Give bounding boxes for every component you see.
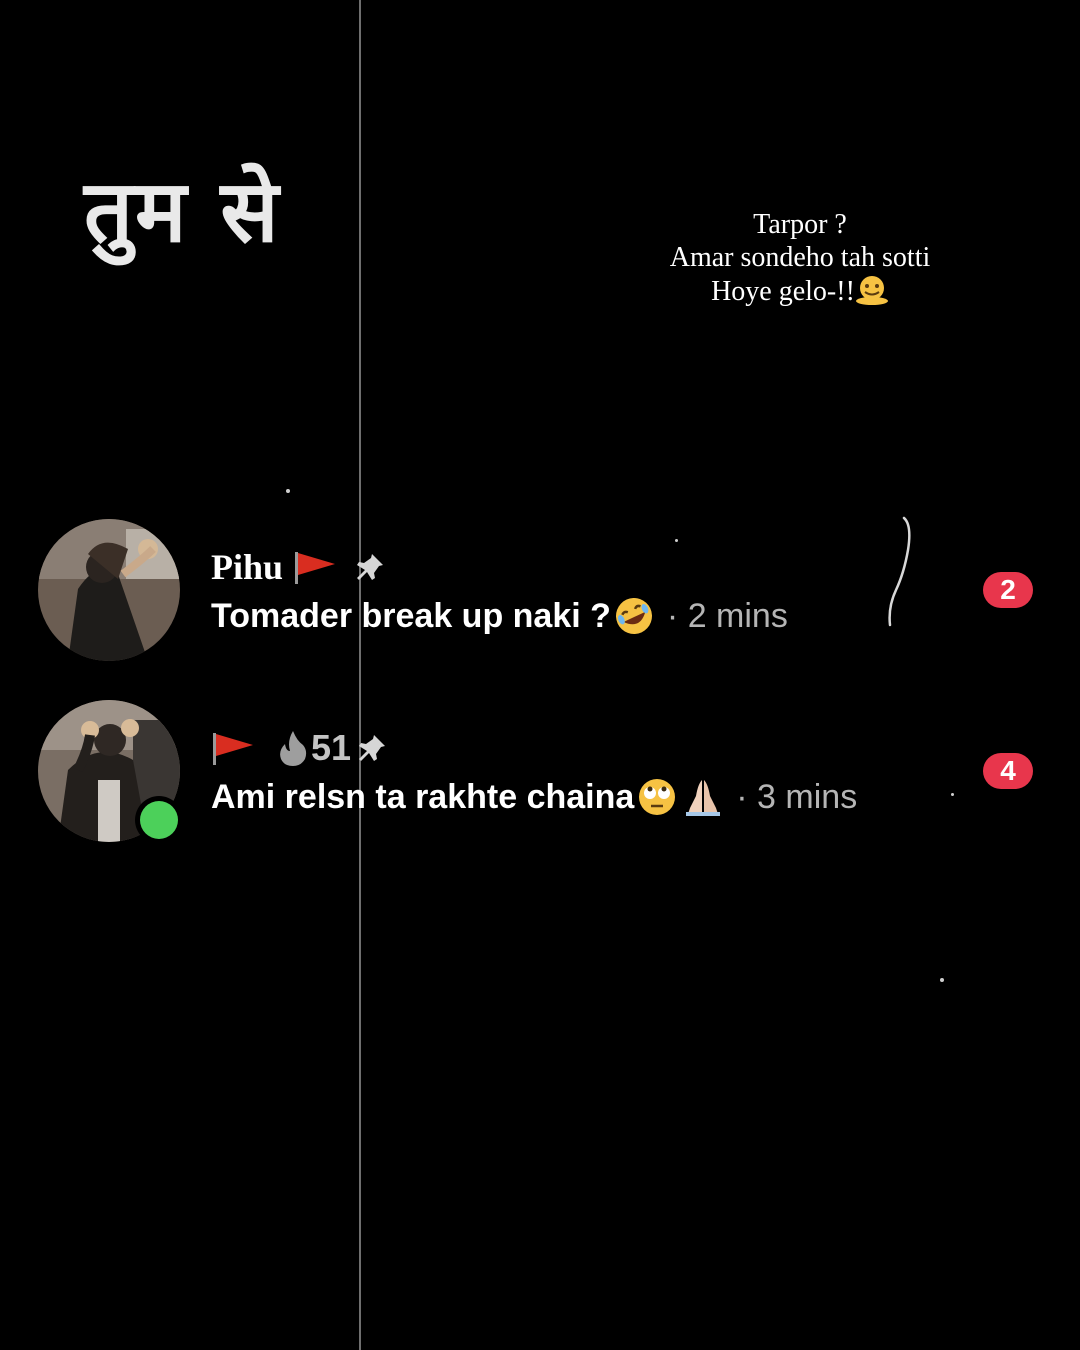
pin-icon [359, 735, 386, 761]
red-flag-icon [213, 733, 253, 765]
last-message: Ami relsn ta rakhte chaina [211, 777, 635, 816]
folded-hands-emoji-icon [686, 780, 721, 816]
streak-count: 51 [311, 727, 352, 768]
chat-preview: Tomader break up naki ? · 2 mins [211, 591, 788, 641]
unread-badge: 4 [983, 753, 1033, 789]
dust-speck [940, 978, 944, 982]
chat-header: 51 [211, 724, 387, 772]
hindi-overlay-text: तुम से [84, 162, 281, 262]
pin-icon [357, 554, 384, 580]
caption-line-3: Hoye gelo-!! [600, 274, 1000, 308]
dust-speck [286, 489, 290, 493]
chat-row-2[interactable]: 51 Ami relsn ta rakhte chaina · 3 mins 4 [0, 700, 1080, 850]
chat-preview: Ami relsn ta rakhte chaina · 3 mins [211, 772, 857, 822]
chat-header: Pihu [211, 543, 385, 591]
center-divider-line [359, 0, 361, 1350]
last-message: Tomader break up naki ? [211, 596, 611, 635]
online-status-dot [135, 796, 183, 844]
message-time: · 3 mins [736, 777, 858, 816]
caption-line-1: Tarpor ? [753, 209, 847, 240]
message-time: · 2 mins [666, 596, 788, 635]
caption-line-2: Amar sondeho tah sotti [669, 242, 931, 273]
rolling-on-floor-laughing-emoji-icon [615, 598, 652, 634]
red-flag-icon [295, 552, 336, 584]
avatar-photo-icon [38, 519, 180, 661]
contact-name: Pihu [211, 547, 284, 587]
avatar[interactable] [38, 519, 180, 661]
caption-block: Tarpor ? Amar sondeho tah sotti Hoye gel… [600, 208, 1000, 308]
caption-line-3-text: Hoye gelo-!! [711, 276, 855, 307]
melting-face-emoji-icon [855, 276, 888, 305]
eye-roll-emoji-icon [639, 779, 676, 815]
fire-icon [280, 731, 307, 766]
chat-row-pihu[interactable]: Pihu Tomader break up naki ? · 2 mins 2 [0, 519, 1080, 669]
unread-badge: 2 [983, 572, 1033, 608]
